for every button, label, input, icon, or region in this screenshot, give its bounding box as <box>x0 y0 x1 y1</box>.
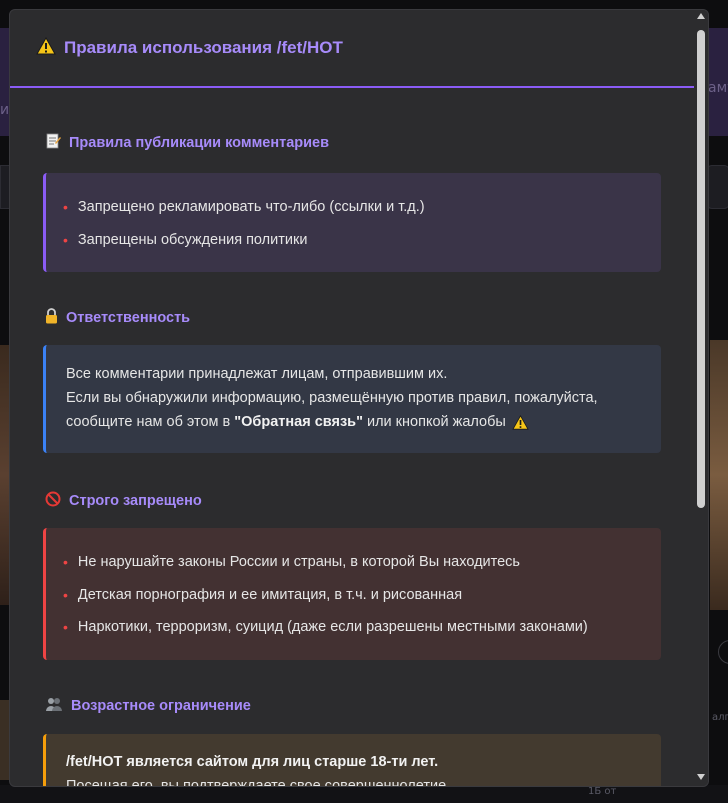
list-item: • Запрещены обсуждения политики <box>63 231 308 248</box>
background-text-fragment-left: и <box>0 102 10 118</box>
modal-header: Правила использования /fet/HOT <box>10 10 708 88</box>
bullet-icon: • <box>63 586 68 603</box>
list-item: • Детская порнография и ее имитация, в т.… <box>63 586 463 603</box>
rules-modal[interactable]: Правила использования /fet/HOT Правила п… <box>9 9 709 787</box>
bullet-icon: • <box>63 231 68 248</box>
prohibited-icon <box>45 491 61 511</box>
background-thumbnail-left <box>0 345 9 605</box>
section-title-publication-rules: Правила публикации комментариев <box>45 133 329 153</box>
background-control-right <box>706 165 728 209</box>
bullet-icon: • <box>63 199 68 216</box>
bullet-icon: • <box>63 619 68 636</box>
feedback-link[interactable]: "Обратная связь" <box>234 410 363 434</box>
background-small-text-right: алго <box>712 712 728 723</box>
lock-icon <box>45 308 58 328</box>
people-icon <box>45 696 63 716</box>
section-title-responsibility: Ответственность <box>45 308 190 328</box>
section-title-age-restriction: Возрастное ограничение <box>45 696 251 716</box>
warning-icon <box>36 36 56 60</box>
background-bottom-bar <box>0 785 728 803</box>
list-item: • Наркотики, терроризм, суицид (даже если… <box>63 619 588 636</box>
list-item: • Не нарушайте законы России и страны, в … <box>63 554 520 571</box>
prohibited-box: • Не нарушайте законы России и страны, в … <box>43 528 661 660</box>
modal-scrollbar[interactable] <box>694 10 708 786</box>
responsibility-box: Все комментарии принадлежат лицам, отпра… <box>43 345 661 453</box>
warning-icon <box>512 414 529 430</box>
publication-rules-box: • Запрещено рекламировать что-либо (ссылк… <box>43 173 661 272</box>
scrollbar-thumb[interactable] <box>697 30 705 508</box>
bullet-icon: • <box>63 554 68 571</box>
background-thumbnail-bottom-left <box>0 700 9 780</box>
scroll-up-arrow-icon[interactable] <box>697 13 705 19</box>
responsibility-text: Все комментарии принадлежат лицам, отпра… <box>66 362 643 434</box>
background-round-button <box>718 640 728 664</box>
age-restriction-box: /fet/HOT является сайтом для лиц старше … <box>43 734 661 786</box>
list-item: • Запрещено рекламировать что-либо (ссылк… <box>63 199 425 216</box>
section-title-strictly-prohibited: Строго запрещено <box>45 491 202 511</box>
background-small-text-bottom: 1Б от <box>588 786 617 797</box>
scroll-down-arrow-icon[interactable] <box>697 774 705 780</box>
background-thumbnail-right <box>710 340 728 610</box>
background-text-fragment-right: аму <box>708 80 728 96</box>
modal-title: Правила использования /fet/HOT <box>64 38 343 57</box>
memo-icon <box>45 133 61 153</box>
